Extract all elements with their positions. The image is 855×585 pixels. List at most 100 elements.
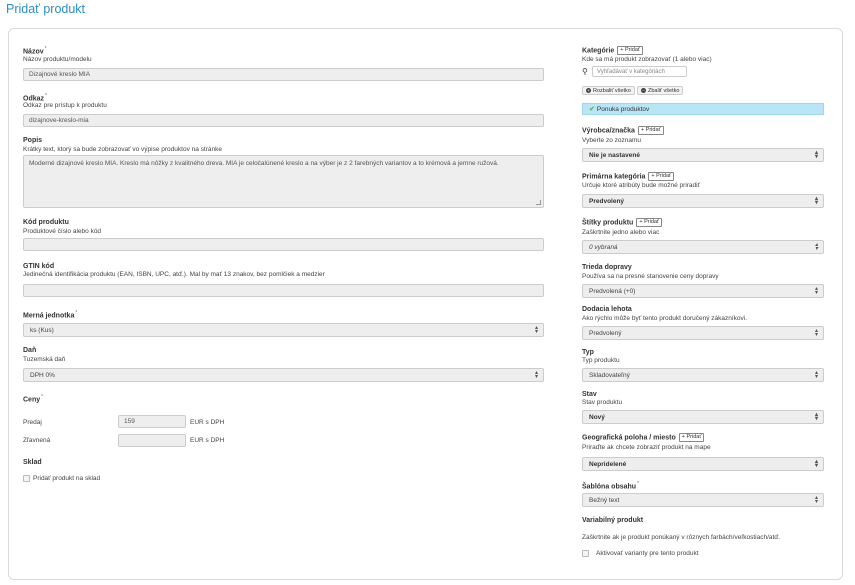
discount-price-input[interactable]	[118, 434, 186, 447]
collapse-all-button-label: Zbaliť všetko	[648, 88, 680, 94]
stock-label: Sklad	[23, 459, 42, 466]
name-input[interactable]: Dizajnové kreslo MIA	[23, 68, 544, 81]
unit-select[interactable]: ks (Kus) ▴ ▾	[23, 323, 544, 337]
unit-select-value: ks (Kus)	[30, 327, 54, 334]
name-help: Názov produktu/modelu	[23, 56, 92, 63]
type-label: Typ	[582, 349, 594, 356]
tags-select[interactable]: 0 vybraná ▴ ▾	[582, 240, 824, 254]
gtin-label: GTIN kód	[23, 263, 55, 270]
collapse-all-button[interactable]: − Zbaliť všetko	[637, 86, 684, 95]
code-help: Produktové číslo alebo kód	[23, 228, 102, 235]
geo-select-value: Nepridelené	[589, 461, 627, 468]
delivery-select-value: Predvolený	[589, 330, 622, 337]
resize-handle[interactable]	[536, 200, 541, 205]
type-select-value: Skladovateľný	[589, 372, 630, 379]
required-marker: *	[41, 394, 44, 400]
select-caret-icon: ▴ ▾	[814, 242, 818, 252]
add-geo-button-label: Pridať	[686, 434, 702, 440]
expand-all-button-label: Rozbaliť všetko	[593, 88, 631, 94]
search-icon: ⚲	[582, 67, 588, 76]
minus-circle-icon: −	[641, 88, 646, 94]
description-textarea[interactable]: Moderné dizajnové kreslo MIA. Kreslo má …	[23, 155, 544, 208]
geo-help: Priraďte ak chcete zobraziť produkt na m…	[582, 444, 711, 451]
shipping-select-value: Predvolená (+0)	[589, 288, 636, 295]
add-brand-button[interactable]: + Pridať	[637, 126, 664, 135]
gtin-help: Jedinečná identifikácia produktu (EAN, I…	[23, 271, 325, 278]
shipping-label: Trieda dopravy	[582, 264, 632, 271]
page-title: Pridať produkt	[6, 2, 86, 16]
check-icon: ✔	[589, 106, 595, 113]
brand-select-value: Nie je nastavené	[589, 152, 640, 159]
select-caret-icon: ▴ ▾	[534, 370, 538, 380]
add-tag-button-label: Pridať	[644, 219, 659, 225]
shipping-select[interactable]: Predvolená (+0) ▴ ▾	[582, 284, 824, 298]
state-select[interactable]: Nový ▴ ▾	[582, 410, 824, 424]
add-category-button-label: Pridať	[625, 47, 640, 53]
description-label: Popis	[23, 137, 43, 144]
discount-price-label: Zľavnená	[23, 437, 51, 444]
link-label: Odkaz*	[23, 93, 47, 103]
code-label: Kód produktu	[23, 219, 69, 226]
tags-select-value: 0 vybraná	[589, 244, 618, 251]
tags-label: Štítky produktu + Pridať	[582, 218, 662, 227]
link-input[interactable]: dizajnove-kreslo-mia	[23, 114, 544, 127]
template-select-value: Bežný text	[589, 497, 620, 504]
geo-label: Geografická poloha / miesto + Pridať	[582, 433, 705, 442]
prices-label: Ceny*	[23, 394, 44, 404]
categories-label: Kategórie + Pridať	[582, 46, 643, 55]
gtin-input[interactable]	[23, 284, 544, 297]
category-search-input[interactable]: Vyhľadávať v kategóriách	[592, 66, 687, 77]
variant-checkbox-label: Aktivovať varianty pre tento produkt	[596, 550, 699, 557]
variant-checkbox[interactable]	[582, 550, 589, 557]
tax-select-value: DPH 0%	[30, 372, 55, 379]
add-category-button[interactable]: + Pridať	[617, 46, 643, 55]
stock-checkbox-label: Pridať produkt na sklad	[33, 475, 101, 482]
required-marker: *	[44, 46, 47, 52]
select-caret-icon: ▴ ▾	[534, 325, 538, 335]
sale-price-label: Predaj	[23, 419, 42, 426]
primary-category-label: Primárna kategória + Pridať	[582, 172, 675, 181]
required-marker: *	[637, 481, 640, 487]
plus-circle-icon: +	[586, 88, 591, 94]
type-help: Typ produktu	[582, 357, 620, 364]
add-primary-category-button-label: Pridať	[656, 173, 672, 179]
select-caret-icon: ▴ ▾	[814, 328, 818, 338]
state-label: Stav	[582, 391, 597, 398]
state-select-value: Nový	[589, 414, 605, 421]
tax-select[interactable]: DPH 0% ▴ ▾	[23, 368, 544, 382]
sale-price-unit: EUR s DPH	[190, 419, 225, 426]
brand-help: Vyberte zo zoznamu	[582, 137, 642, 144]
select-caret-icon: ▴ ▾	[814, 495, 818, 505]
unit-label: Merná jednotka*	[23, 310, 78, 320]
primary-category-select-value: Predvolený	[589, 198, 625, 205]
discount-price-unit: EUR s DPH	[190, 437, 225, 444]
template-select[interactable]: Bežný text ▴ ▾	[582, 493, 824, 507]
add-tag-button[interactable]: + Pridať	[636, 218, 662, 227]
add-geo-button[interactable]: + Pridať	[678, 433, 705, 442]
sale-price-input[interactable]: 159	[118, 415, 186, 428]
categories-help: Kde sa má produkt zobrazovať (1 alebo vi…	[582, 56, 712, 63]
name-label: Názov*	[23, 46, 47, 56]
primary-category-help: Určuje ktoré atribúty bude možné priradi…	[582, 182, 701, 189]
delivery-help: Ako rýchlo môže byť tento produkt doruče…	[582, 315, 748, 322]
expand-all-button[interactable]: + Rozbaliť všetko	[582, 86, 635, 95]
category-item-selected[interactable]: ✔ Ponuka produktov	[582, 103, 824, 115]
required-marker: *	[75, 310, 78, 316]
description-help: Krátky text, ktorý sa bude zobrazovať vo…	[23, 146, 222, 153]
shipping-help: Používa sa na presné stanovenie ceny dop…	[582, 273, 719, 280]
geo-select[interactable]: Nepridelené ▴ ▾	[582, 457, 824, 471]
select-caret-icon: ▴ ▾	[814, 150, 818, 160]
code-input[interactable]	[23, 238, 544, 251]
type-select[interactable]: Skladovateľný ▴ ▾	[582, 368, 824, 382]
delivery-select[interactable]: Predvolený ▴ ▾	[582, 326, 824, 340]
select-caret-icon: ▴ ▾	[814, 196, 818, 206]
required-marker: *	[45, 93, 47, 99]
tax-help: Tuzemská daň	[23, 356, 66, 363]
add-primary-category-button[interactable]: + Pridať	[648, 172, 675, 181]
description-text: Moderné dizajnové kreslo MIA. Kreslo má …	[29, 160, 499, 167]
primary-category-select[interactable]: Predvolený ▴ ▾	[582, 194, 824, 208]
brand-select[interactable]: Nie je nastavené ▴ ▾	[582, 148, 824, 162]
stock-checkbox[interactable]	[23, 475, 30, 482]
select-caret-icon: ▴ ▾	[814, 459, 818, 469]
variant-help: Zaškrtnite ak je produkt ponúkaný v rôzn…	[582, 534, 781, 541]
